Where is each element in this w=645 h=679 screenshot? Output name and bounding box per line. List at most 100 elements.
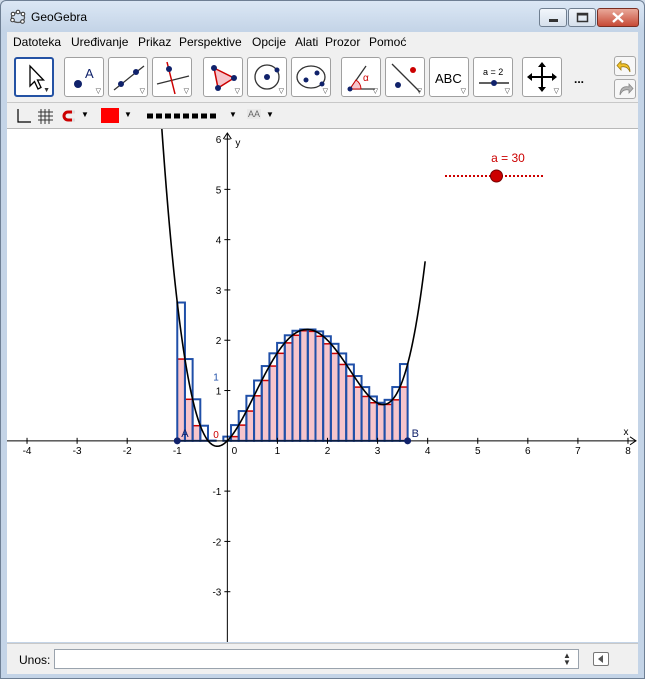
slider-label: a = 30 <box>491 151 525 165</box>
menu-prikaz[interactable]: Prikaz <box>138 35 171 49</box>
close-window-button[interactable] <box>597 8 639 27</box>
lower-sum-rect <box>291 334 301 442</box>
menu-uredivanje[interactable]: Uređivanje <box>71 35 128 49</box>
y-axis-label: y <box>235 138 240 149</box>
minimize-icon <box>549 19 558 22</box>
x-tick-label: -3 <box>73 446 82 457</box>
lower-sum-rect <box>237 424 248 442</box>
y-tick-label: 4 <box>216 236 222 247</box>
label-style-button[interactable]: AA <box>247 109 262 119</box>
point-tool[interactable]: A ▽ <box>64 57 104 97</box>
slider-a[interactable]: a = 30 <box>445 151 544 183</box>
lower-sum-rect <box>260 379 271 442</box>
minimize-button[interactable] <box>539 8 567 27</box>
geogebra-app-icon <box>10 9 26 24</box>
menu-prozor[interactable]: Prozor <box>325 35 360 49</box>
menu-pomoc[interactable]: Pomoć <box>369 35 406 49</box>
lower-sum-rect <box>191 424 202 442</box>
magnet-dropdown-arrow-icon[interactable]: ▼ <box>81 110 89 119</box>
y-tick-label: -2 <box>212 537 221 548</box>
lower-sum-rect <box>245 410 255 442</box>
triangle-left-icon <box>598 655 603 663</box>
perpendicular-line-tool[interactable]: ▽ <box>152 57 192 97</box>
angle-tool[interactable]: α ▽ <box>341 57 381 97</box>
move-tool[interactable]: ▼ <box>14 57 54 97</box>
x-tick-label: 7 <box>575 446 581 457</box>
x-tick-label: 0 <box>232 446 238 457</box>
x-axis-label: x <box>624 427 629 438</box>
show-grid-icon[interactable] <box>37 108 53 124</box>
input-bar: Unos: ▲ ▼ <box>7 643 638 674</box>
lower-sum-rect <box>399 386 409 442</box>
move-graphics-view-tool[interactable]: ▽ <box>522 57 562 97</box>
undo-button[interactable] <box>614 56 636 76</box>
maximize-icon <box>576 12 589 23</box>
point-label-B: B <box>412 428 419 440</box>
color-swatch[interactable] <box>101 108 119 123</box>
graphics-view[interactable]: -4 -3 -2 -1 0 1 2 3 4 5 6 7 8 -3 -2 -1 1 2 3 4 5 6 x y 0 1 A B a… <box>7 129 638 642</box>
x-tick-label: 4 <box>425 446 431 457</box>
polygon-tool[interactable]: ▽ <box>203 57 243 97</box>
point-capturing-magnet-icon[interactable] <box>61 109 77 123</box>
x-tick-label: -2 <box>123 446 132 457</box>
lower-sum-rect <box>368 401 378 442</box>
x-tick-label: 1 <box>275 446 281 457</box>
lower-sum-rect <box>284 342 294 442</box>
lower-sum-rect <box>276 352 286 442</box>
x-tick-label: -4 <box>23 446 32 457</box>
angle-tool-label: α <box>363 73 369 84</box>
close-icon <box>612 12 624 23</box>
lower-sum-rect <box>253 395 263 442</box>
menu-datoteka[interactable]: Datoteka <box>13 35 61 49</box>
menu-alati[interactable]: Alati <box>295 35 318 49</box>
slider-tool[interactable]: a = 2 ▽ <box>473 57 513 97</box>
menu-bar: Datoteka Uređivanje Prikaz Perspektive O… <box>7 32 638 52</box>
reflect-tool[interactable]: ▽ <box>385 57 425 97</box>
line-tool[interactable]: ▽ <box>108 57 148 97</box>
lower-sum-rect <box>383 403 394 442</box>
lower-sum-rect <box>307 330 317 442</box>
lower-sum-rect <box>376 403 386 442</box>
y-tick-label: 3 <box>216 286 222 297</box>
style-bar: ▼ ▼ ▼ AA ▼ <box>7 103 638 129</box>
input-help-button[interactable] <box>593 652 609 666</box>
lower-sum-rect <box>353 386 363 442</box>
lower-sum-rect <box>391 399 401 442</box>
line-style-dashed-icon[interactable] <box>147 113 221 119</box>
lower-sum-rect <box>345 375 355 442</box>
x-tick-label: 2 <box>325 446 331 457</box>
circle-tool[interactable]: ▽ <box>247 57 287 97</box>
function-plot[interactable]: -4 -3 -2 -1 0 1 2 3 4 5 6 7 8 -3 -2 -1 1 2 3 4 5 6 x y 0 1 A B a… <box>7 129 638 642</box>
menu-opcije[interactable]: Opcije <box>252 35 286 49</box>
ellipse-tool[interactable]: ▽ <box>291 57 331 97</box>
slider-knob[interactable] <box>489 169 503 183</box>
maximize-button[interactable] <box>568 8 596 27</box>
label-style-dropdown-arrow-icon[interactable]: ▼ <box>266 110 274 119</box>
line-style-dropdown-arrow-icon[interactable]: ▼ <box>229 110 237 119</box>
lower-sum-rect <box>299 330 309 442</box>
y-tick-label: -3 <box>212 588 221 599</box>
input-field[interactable] <box>54 649 579 669</box>
lower-sum-rect <box>322 343 332 442</box>
text-tool[interactable]: ABC ▽ <box>429 57 469 97</box>
window-title: GeoGebra <box>31 10 88 24</box>
title-bar: GeoGebra <box>1 1 644 31</box>
x-tick-label: 5 <box>475 446 481 457</box>
x-tick-label: -1 <box>173 446 182 457</box>
more-tools-button[interactable]: ... <box>574 72 584 86</box>
redo-button[interactable] <box>614 79 636 99</box>
x-tick-label: 8 <box>625 446 631 457</box>
y-tick-label: 6 <box>216 135 222 146</box>
show-axes-icon[interactable] <box>15 108 31 124</box>
y-tick-label: 5 <box>216 185 222 196</box>
color-dropdown-arrow-icon[interactable]: ▼ <box>124 110 132 119</box>
point-tool-label: A <box>85 66 94 81</box>
toolbar: ▼ A ▽ ▽ ▽ ▽ ▽ ▽ α ▽ ▽ ABC ▽ a = 2 ▽ ▽ ..… <box>7 52 638 103</box>
lower-sum-rect <box>268 365 278 442</box>
input-history-arrows-icon[interactable]: ▲ ▼ <box>563 652 571 667</box>
input-label: Unos: <box>19 653 51 667</box>
y-tick-label: 1 <box>216 387 222 398</box>
menu-perspektive[interactable]: Perspektive <box>179 35 242 49</box>
x-tick-label: 3 <box>375 446 381 457</box>
y-tick-label: 2 <box>216 336 222 347</box>
